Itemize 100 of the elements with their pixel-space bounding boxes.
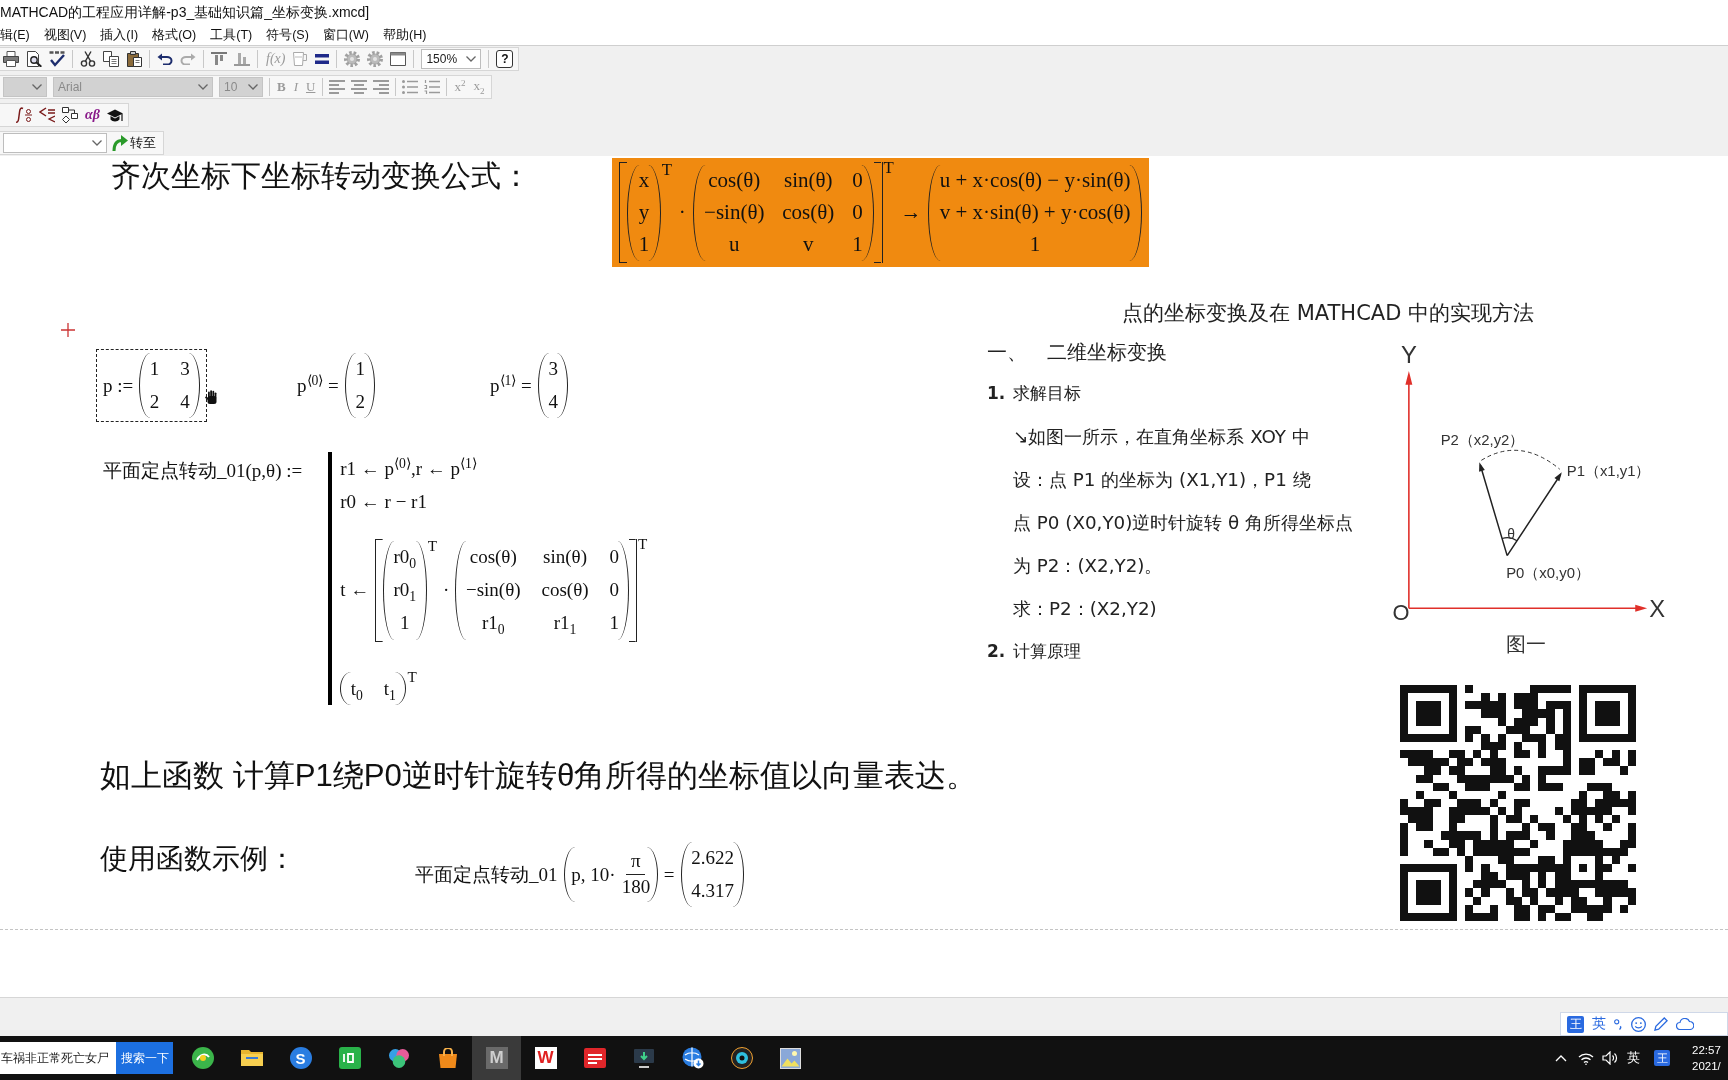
taskbar-button[interactable]: W bbox=[521, 1036, 570, 1080]
point-label: P0（x0,y0） bbox=[1506, 565, 1590, 582]
matrix-entry: 2 bbox=[355, 391, 365, 413]
window-title: MATHCAD的工程应用详解-p3_基础知识篇_坐标变换.xmcd] bbox=[0, 4, 370, 22]
section-number: 1. bbox=[987, 382, 1006, 405]
matrix-entry: −sin(θ) bbox=[465, 579, 521, 602]
zoom-dropdown[interactable]: 150% bbox=[421, 49, 482, 69]
matrix-entry: 1 bbox=[400, 612, 410, 635]
menu-item[interactable]: 工具(T) bbox=[210, 27, 253, 44]
matrix-entry: y bbox=[638, 200, 650, 225]
axis-label: X bbox=[1649, 595, 1666, 623]
matrix-entry: cos(θ) bbox=[541, 579, 589, 602]
wifi-icon[interactable] bbox=[1578, 1051, 1594, 1065]
print-preview-icon[interactable] bbox=[26, 51, 42, 67]
axis-label: Y bbox=[1400, 341, 1417, 368]
transpose-mark: T bbox=[407, 668, 417, 687]
ime-logo[interactable]: 王 bbox=[1654, 1050, 1670, 1066]
worksheet-text: 齐次坐标下坐标转动变换公式： bbox=[110, 158, 532, 194]
window-icon[interactable] bbox=[390, 52, 407, 66]
matrix-entry: −sin(θ) bbox=[704, 200, 765, 225]
aperture-icon bbox=[730, 1047, 753, 1069]
question-text: 求：P2：(X2,Y2) bbox=[1013, 597, 1157, 621]
scissors-icon[interactable] bbox=[80, 51, 96, 67]
globe-icon bbox=[191, 1047, 214, 1069]
matrix-entry: r0$_{0}$ bbox=[393, 546, 417, 569]
math-text: r0 ← r − r1 bbox=[340, 490, 427, 513]
matrix-entry: 1 bbox=[638, 232, 650, 257]
clock-time[interactable]: 22:57 bbox=[1692, 1042, 1728, 1058]
clock-date[interactable]: 2021/ bbox=[1692, 1058, 1728, 1074]
menu-item[interactable]: 符号(S) bbox=[266, 27, 309, 44]
matrix-entry: x bbox=[638, 168, 650, 193]
matrix-entry: 3 bbox=[180, 358, 190, 381]
crosshair-icon bbox=[61, 323, 75, 337]
math-text: 平面定点转动_01 bbox=[415, 862, 558, 887]
math-text: p$^{⟨1⟩}$ = bbox=[490, 374, 532, 397]
input-mode[interactable]: 英 bbox=[1627, 1049, 1640, 1067]
caret-icon bbox=[92, 140, 102, 146]
point-label: P1（x1,y1） bbox=[1566, 463, 1651, 480]
math-text: π bbox=[626, 849, 646, 876]
menu-item[interactable]: 帮助(H) bbox=[383, 27, 427, 44]
math-text: · bbox=[678, 200, 686, 225]
menu-item[interactable]: 辑(E) bbox=[0, 27, 30, 44]
news-tile-icon bbox=[583, 1048, 606, 1068]
align-bottom-icon[interactable] bbox=[234, 52, 250, 66]
transpose-mark: T bbox=[883, 157, 894, 178]
undo-icon[interactable] bbox=[157, 53, 173, 65]
matrix-entry: r0$_{1}$ bbox=[393, 579, 417, 602]
matrix-entry: 4.317 bbox=[691, 880, 734, 902]
search-field[interactable]: 车祸非正常死亡女尸 bbox=[0, 1042, 116, 1074]
caret-icon bbox=[32, 84, 42, 90]
point-label: P2（x2,y2） bbox=[1440, 432, 1525, 449]
menu-item[interactable]: 插入(I) bbox=[100, 27, 139, 44]
globe-download-icon bbox=[681, 1047, 704, 1069]
smiley-icon[interactable] bbox=[1631, 1016, 1646, 1032]
chapter-title: 二维坐标变换 bbox=[1047, 339, 1167, 366]
math-text: · bbox=[443, 579, 450, 602]
flowchart-icon[interactable] bbox=[62, 107, 78, 123]
matrix-entry: cos(θ) bbox=[782, 200, 835, 225]
math-text: = bbox=[663, 863, 675, 886]
ime-logo[interactable]: 王 bbox=[1567, 1015, 1584, 1033]
transpose-mark: T bbox=[638, 534, 648, 553]
menu-item[interactable]: 格式(O) bbox=[152, 27, 197, 44]
matrix-entry: v + x·sin(θ) + y·cos(θ) bbox=[939, 200, 1131, 225]
paste-icon[interactable] bbox=[126, 51, 142, 67]
taskbar-button[interactable]: S bbox=[276, 1036, 325, 1080]
caret-icon bbox=[198, 84, 208, 90]
greek-button[interactable]: αβ bbox=[85, 107, 100, 123]
spell-check-icon[interactable] bbox=[49, 51, 65, 67]
matrix-entry: u bbox=[729, 232, 740, 257]
align-top-icon[interactable] bbox=[211, 52, 227, 66]
matrix-entry: 4 bbox=[548, 391, 558, 413]
caret-icon bbox=[248, 84, 258, 90]
pen-icon[interactable] bbox=[1654, 1016, 1668, 1032]
chevron-up-icon[interactable] bbox=[1555, 1054, 1567, 1062]
matrix-entry: r1$_{1}$ bbox=[553, 612, 577, 635]
help-button[interactable]: ? bbox=[496, 50, 514, 68]
equals-icon[interactable] bbox=[315, 54, 330, 64]
worksheet-text: 使用函数示例： bbox=[99, 842, 297, 876]
angle-label: θ bbox=[1507, 525, 1515, 542]
comparison-icon[interactable] bbox=[39, 107, 55, 123]
math-text: p := bbox=[103, 374, 134, 397]
calculus-icon[interactable] bbox=[16, 107, 32, 123]
cloud-icon[interactable] bbox=[1676, 1018, 1694, 1030]
document-title: 点的坐标变换及在 MATHCAD 中的实现方法 bbox=[1122, 300, 1534, 327]
graduation-cap-icon[interactable] bbox=[106, 108, 123, 122]
section-title: 求解目标 bbox=[1013, 382, 1082, 405]
math-text: 平面定点转动_01(p,θ) := bbox=[103, 459, 303, 483]
search-button[interactable]: 搜索一下 bbox=[116, 1042, 173, 1074]
curved-arrow-icon bbox=[112, 135, 128, 151]
input-mode[interactable]: 英 bbox=[1592, 1015, 1606, 1033]
math-text: → bbox=[900, 200, 922, 225]
goto-button[interactable]: 转至 bbox=[110, 133, 158, 153]
punctuation-icon[interactable] bbox=[1614, 1018, 1623, 1030]
printer-icon[interactable] bbox=[3, 51, 19, 67]
copy-icon[interactable] bbox=[103, 51, 119, 67]
speaker-icon[interactable] bbox=[1602, 1051, 1618, 1065]
matrix-entry: cos(θ) bbox=[708, 168, 761, 193]
menu-item[interactable]: 视图(V) bbox=[43, 27, 87, 44]
menu-item[interactable]: 窗口(W) bbox=[322, 27, 369, 44]
math-text: r1 ← p$^{⟨0⟩}$,r ← p$^{⟨1⟩}$ bbox=[340, 457, 477, 480]
